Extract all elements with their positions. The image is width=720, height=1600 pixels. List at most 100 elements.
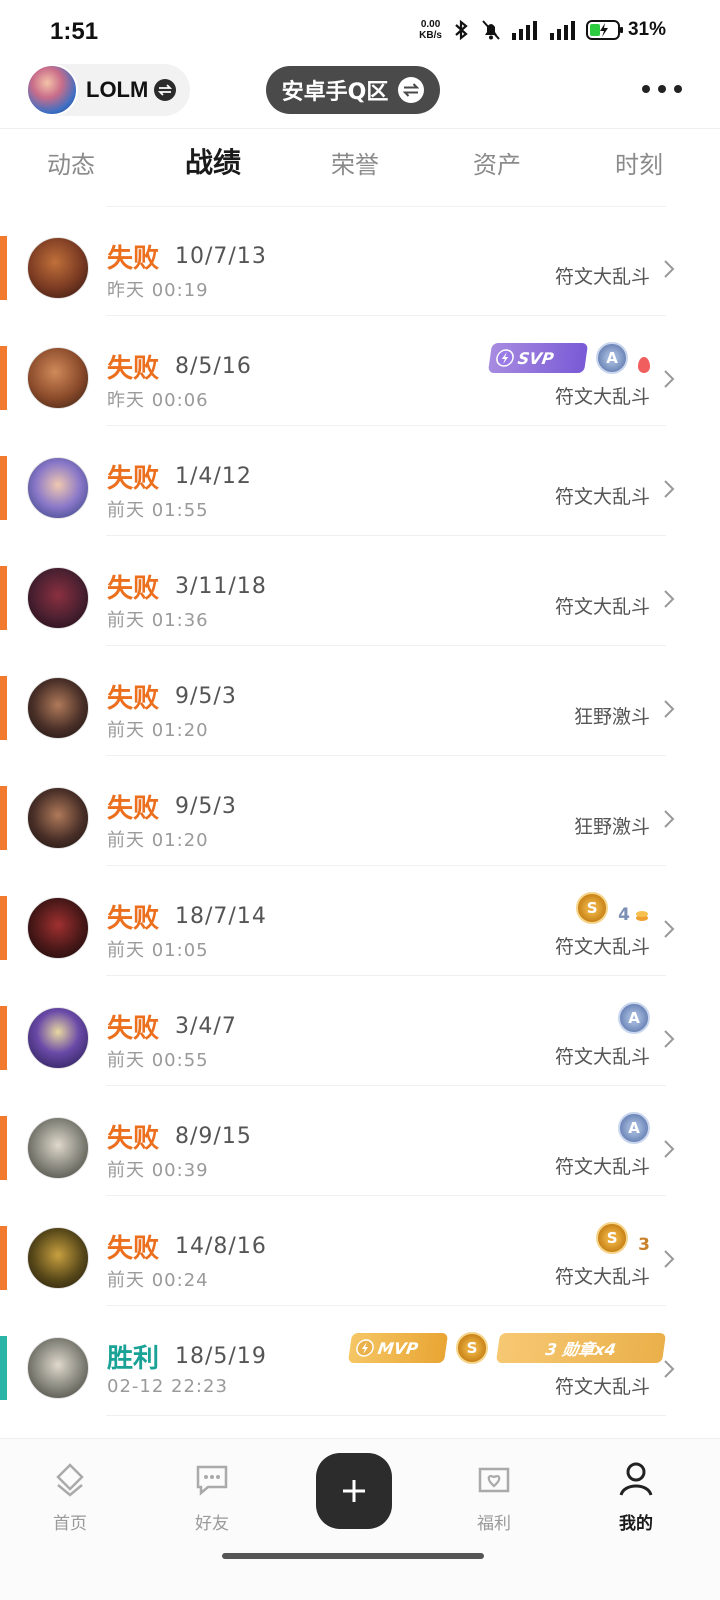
blood-drop-icon bbox=[638, 357, 650, 373]
rank-a-coin-icon: A bbox=[618, 1002, 650, 1034]
chat-icon bbox=[196, 1465, 228, 1496]
tab-moments[interactable]: 时刻 bbox=[568, 129, 710, 198]
match-result: 失败 bbox=[107, 1014, 160, 1044]
nav-home[interactable]: 首页 bbox=[20, 1459, 120, 1534]
champion-avatar bbox=[27, 457, 89, 519]
chevron-right-icon bbox=[664, 260, 675, 278]
match-list[interactable]: 失败 10/7/13 昨天 00:19 符文大乱斗 失败 8/5/16 昨天 0… bbox=[0, 198, 720, 1438]
more-options-button[interactable] bbox=[642, 74, 682, 104]
mvp-badge: MVP bbox=[347, 1333, 449, 1363]
champion-avatar bbox=[27, 1117, 89, 1179]
result-indicator bbox=[0, 236, 7, 300]
match-row[interactable]: 失败 3/4/7 前天 00:55 A 符文大乱斗 bbox=[0, 976, 720, 1086]
nav-benefits[interactable]: 福利 bbox=[444, 1459, 544, 1534]
match-result: 失败 bbox=[107, 464, 160, 494]
status-time: 1:51 bbox=[50, 18, 99, 45]
match-row[interactable]: 失败 18/7/14 前天 01:05 S 4 符文大乱斗 bbox=[0, 866, 720, 976]
rank-s-coin-icon: S bbox=[456, 1332, 488, 1364]
match-row[interactable]: 失败 8/5/16 昨天 00:06 SVP A 符文大乱斗 bbox=[0, 316, 720, 426]
match-mode: 符文大乱斗 bbox=[554, 386, 650, 408]
match-mode: 符文大乱斗 bbox=[554, 1046, 650, 1068]
match-kda: 9/5/3 bbox=[175, 684, 237, 709]
plus-icon bbox=[343, 1480, 365, 1502]
tab-honors[interactable]: 荣誉 bbox=[284, 129, 426, 198]
network-speed-value: 0.00 bbox=[420, 19, 441, 30]
tab-records[interactable]: 战绩 bbox=[142, 129, 284, 198]
more-dot-icon bbox=[642, 85, 650, 93]
coin-letter: A bbox=[606, 349, 618, 367]
match-kda: 18/5/19 bbox=[175, 1344, 267, 1369]
svp-label: SVP bbox=[516, 348, 555, 368]
champion-avatar bbox=[27, 1227, 89, 1289]
match-time: 前天 01:36 bbox=[107, 610, 209, 631]
coin-letter: A bbox=[628, 1119, 640, 1137]
chevron-right-icon bbox=[664, 700, 675, 718]
medal-label: 3 勋章x4 bbox=[544, 1340, 618, 1359]
tab-assets[interactable]: 资产 bbox=[426, 129, 568, 198]
signal-icon-2 bbox=[549, 21, 575, 40]
coin-stack-icon bbox=[636, 911, 648, 921]
rank-s-coin-icon: S bbox=[576, 892, 609, 924]
result-indicator bbox=[0, 1336, 7, 1400]
swap-icon bbox=[398, 77, 425, 103]
rank-a-coin-icon: A bbox=[596, 342, 628, 374]
profile-switcher[interactable]: LOLM bbox=[26, 64, 190, 116]
match-kda: 8/5/16 bbox=[175, 354, 252, 379]
chevron-right-icon bbox=[664, 480, 675, 498]
coin-letter: S bbox=[466, 1339, 478, 1357]
network-speed-unit: KB/s bbox=[419, 30, 442, 41]
match-row[interactable]: 胜利 18/5/19 02-12 22:23 MVP S 3 勋章x4 符文大乱… bbox=[0, 1306, 720, 1416]
champion-avatar bbox=[27, 237, 89, 299]
medal-badge: 3 勋章x4 bbox=[495, 1333, 667, 1363]
nav-benefits-label: 福利 bbox=[477, 1514, 511, 1534]
mute-bell-icon bbox=[482, 20, 500, 40]
match-row[interactable]: 失败 3/11/18 前天 01:36 符文大乱斗 bbox=[0, 536, 720, 646]
match-row[interactable]: 失败 9/5/3 前天 01:20 狂野激斗 bbox=[0, 646, 720, 756]
match-badges: A bbox=[618, 1110, 650, 1146]
nav-friends[interactable]: 好友 bbox=[162, 1459, 262, 1534]
swap-icon bbox=[154, 79, 177, 101]
result-indicator bbox=[0, 676, 7, 740]
coin-letter: S bbox=[586, 899, 598, 917]
add-button[interactable] bbox=[316, 1453, 392, 1529]
server-switcher[interactable]: 安卓手Q区 bbox=[266, 66, 440, 114]
match-kda: 9/5/3 bbox=[175, 794, 237, 819]
person-icon bbox=[619, 1462, 653, 1496]
match-row[interactable]: 失败 1/4/12 前天 01:55 符文大乱斗 bbox=[0, 426, 720, 536]
match-kda: 1/4/12 bbox=[175, 464, 252, 489]
battery-percent: 31% bbox=[627, 19, 666, 40]
match-row[interactable]: 失败 9/5/3 前天 01:20 狂野激斗 bbox=[0, 756, 720, 866]
svp-badge: SVP bbox=[487, 343, 589, 373]
status-icons: 0.00 KB/s 31% bbox=[419, 18, 666, 42]
result-indicator bbox=[0, 1006, 7, 1070]
match-result: 失败 bbox=[107, 684, 160, 714]
match-result: 失败 bbox=[107, 904, 160, 934]
match-badges: S 3 bbox=[596, 1220, 650, 1256]
match-kda: 3/11/18 bbox=[175, 574, 267, 599]
result-indicator bbox=[0, 1226, 7, 1290]
chevron-right-icon bbox=[664, 1140, 675, 1158]
match-badges: MVP S 3 勋章x4 bbox=[347, 1330, 667, 1366]
match-time: 前天 01:20 bbox=[107, 720, 209, 741]
more-dot-icon bbox=[658, 85, 666, 93]
home-indicator[interactable] bbox=[222, 1553, 484, 1559]
status-bar: 1:51 0.00 KB/s 31% bbox=[0, 0, 720, 62]
match-row[interactable]: 失败 8/9/15 前天 00:39 A 符文大乱斗 bbox=[0, 1086, 720, 1196]
result-indicator bbox=[0, 896, 7, 960]
champion-avatar bbox=[27, 347, 89, 409]
nav-me[interactable]: 我的 bbox=[586, 1459, 686, 1534]
champion-avatar bbox=[27, 567, 89, 629]
match-badges: S 4 bbox=[576, 890, 650, 926]
match-kda: 3/4/7 bbox=[175, 1014, 237, 1039]
match-row[interactable]: 失败 10/7/13 昨天 00:19 符文大乱斗 bbox=[0, 206, 720, 316]
match-badges: SVP A bbox=[487, 340, 650, 376]
match-time: 前天 00:55 bbox=[107, 1050, 209, 1071]
match-mode: 符文大乱斗 bbox=[554, 486, 650, 508]
match-mode: 符文大乱斗 bbox=[554, 596, 650, 618]
match-time: 昨天 00:19 bbox=[107, 280, 209, 301]
tab-dynamics[interactable]: 动态 bbox=[0, 129, 142, 198]
chevron-right-icon bbox=[664, 1360, 675, 1378]
chevron-right-icon bbox=[664, 920, 675, 938]
avatar bbox=[26, 64, 78, 116]
match-row[interactable]: 失败 14/8/16 前天 00:24 S 3 符文大乱斗 bbox=[0, 1196, 720, 1306]
